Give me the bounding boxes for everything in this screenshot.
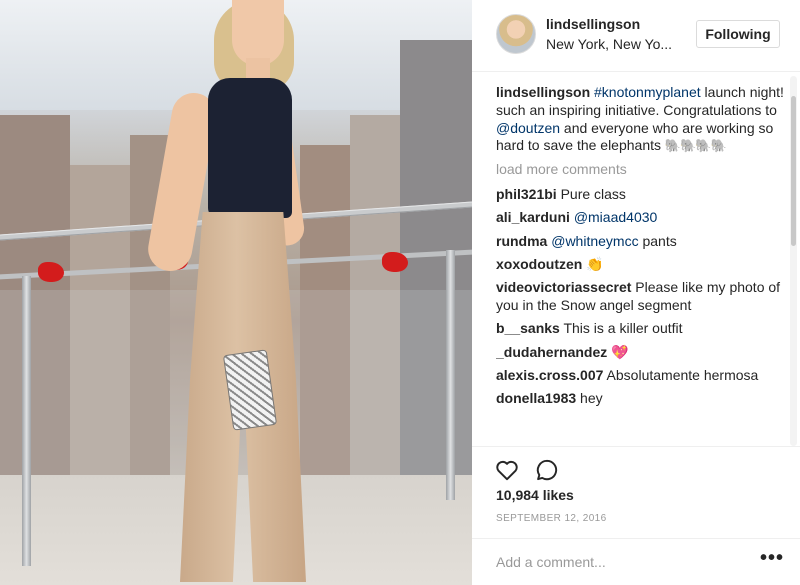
comment-text: This is a killer outfit — [563, 320, 683, 337]
caption-username[interactable]: lindsellingson — [496, 84, 590, 100]
following-button[interactable]: Following — [696, 20, 780, 48]
comment-mention[interactable]: @miaad4030 — [574, 209, 658, 225]
location-link[interactable]: New York, New Yo... — [546, 36, 686, 52]
caption-mention[interactable]: @doutzen — [496, 120, 560, 136]
post-date: SEPTEMBER 12, 2016 — [496, 513, 607, 524]
comment-item: _dudahernandez 💖 — [496, 344, 788, 362]
add-comment-input[interactable] — [496, 551, 726, 573]
load-more-comments-link[interactable]: load more comments — [496, 161, 788, 179]
comments-list[interactable]: lindsellingson #knotonmyplanet launch ni… — [496, 84, 788, 446]
elephant-emoji: 🐘🐘🐘🐘 — [664, 138, 727, 154]
avatar[interactable] — [496, 14, 536, 54]
comment-item: alexis.cross.007 Absolutamente hermosa — [496, 367, 788, 385]
comment-bubble-icon[interactable] — [534, 457, 560, 483]
heart-icon[interactable] — [494, 457, 520, 483]
post-photo[interactable] — [0, 0, 472, 585]
comment-username[interactable]: _dudahernandez — [496, 344, 607, 360]
comment-item: phil321bi Pure class — [496, 186, 788, 204]
likes-count[interactable]: 10,984 likes — [496, 487, 574, 503]
more-options-icon[interactable]: ••• — [760, 547, 784, 570]
comment-text: hey — [580, 390, 603, 407]
post-header: lindsellingson New York, New Yo... Follo… — [472, 0, 800, 72]
person-face — [232, 0, 284, 66]
comment-username[interactable]: ali_karduni — [496, 209, 570, 225]
comment-username[interactable]: alexis.cross.007 — [496, 367, 603, 383]
comment-username[interactable]: b__sanks — [496, 320, 560, 336]
post-actions: 10,984 likes SEPTEMBER 12, 2016 — [472, 446, 800, 536]
comment-item: videovictoriassecret Please like my phot… — [496, 279, 788, 315]
comment-item: rundma @whitneymcc pants — [496, 233, 788, 251]
comment-item: donella1983 hey — [496, 390, 788, 408]
comment-username[interactable]: phil321bi — [496, 186, 557, 202]
caption-hashtag[interactable]: #knotonmyplanet — [594, 84, 701, 100]
comment-text: pants — [638, 232, 677, 249]
add-comment-bar: ••• — [472, 538, 800, 585]
post-caption: lindsellingson #knotonmyplanet launch ni… — [496, 84, 788, 155]
post-side-panel: lindsellingson New York, New Yo... Follo… — [472, 0, 800, 585]
comment-item: b__sanks This is a killer outfit — [496, 320, 788, 338]
comments-scrollbar-thumb[interactable] — [791, 96, 796, 246]
person-top — [208, 78, 292, 218]
comment-username[interactable]: videovictoriassecret — [496, 279, 631, 295]
comment-mention[interactable]: @whitneymcc — [551, 233, 638, 249]
comment-username[interactable]: xoxodoutzen — [496, 256, 582, 272]
comment-item: xoxodoutzen 👏 — [496, 256, 788, 274]
comment-username[interactable]: rundma — [496, 233, 547, 249]
comment-item: ali_karduni @miaad4030 — [496, 209, 788, 227]
header-username[interactable]: lindsellingson — [546, 16, 640, 32]
clapping-emoji: 👏 — [586, 255, 604, 272]
comment-text: Pure class — [560, 185, 626, 202]
comment-text: Absolutamente hermosa — [606, 366, 759, 383]
heart-emoji: 💖 — [611, 343, 629, 360]
photo-person — [0, 0, 472, 585]
comment-username[interactable]: donella1983 — [496, 390, 576, 406]
